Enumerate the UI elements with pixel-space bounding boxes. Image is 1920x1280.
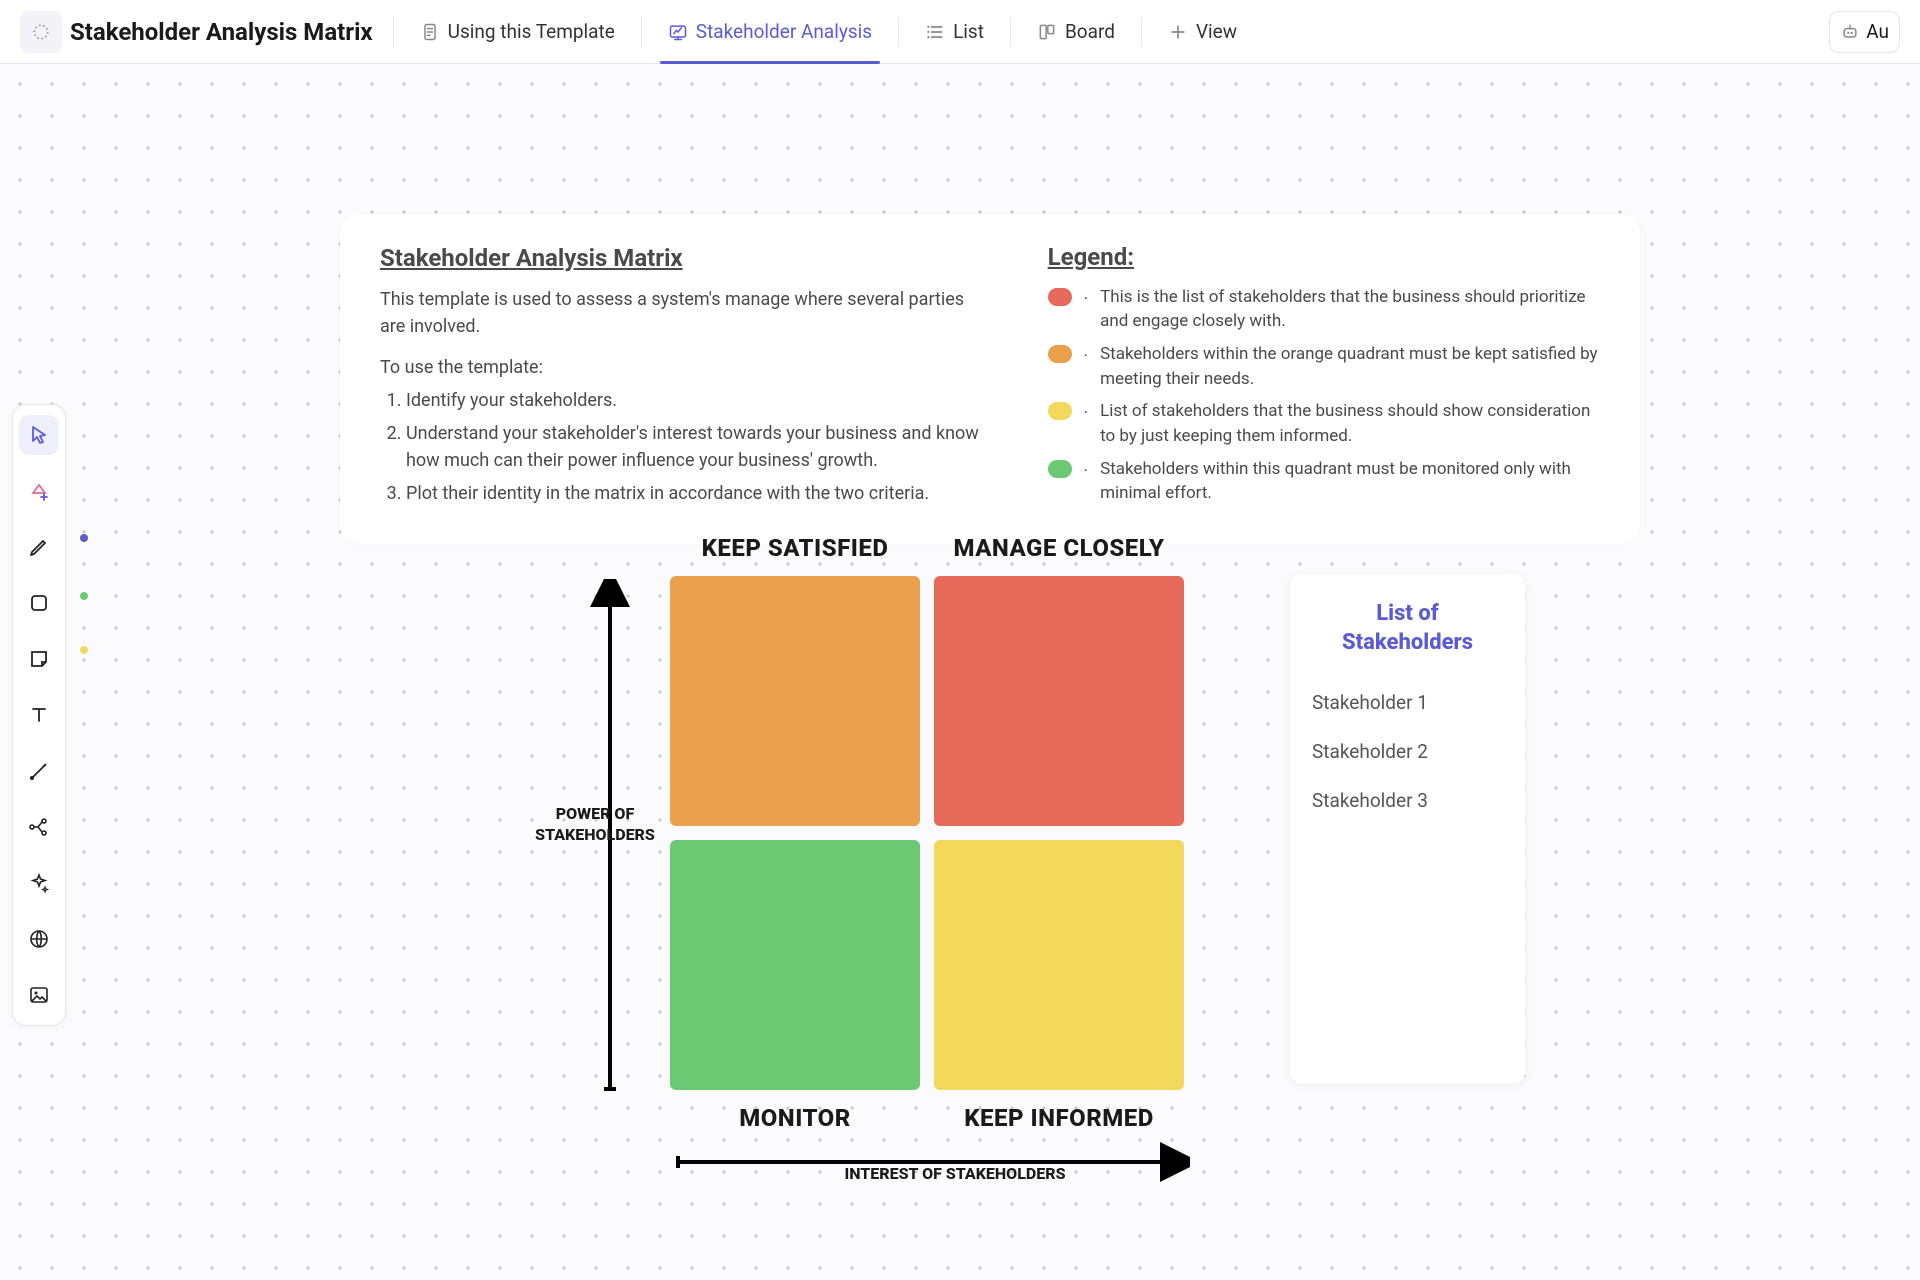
stakeholder-item[interactable]: Stakeholder 2	[1312, 740, 1503, 763]
connector-icon	[27, 759, 51, 783]
stakeholder-list-title: List of Stakeholders	[1312, 600, 1503, 657]
top-bar: Stakeholder Analysis Matrix Using this T…	[0, 0, 1920, 64]
legend-text: List of stakeholders that the business s…	[1100, 399, 1600, 448]
image-icon	[27, 983, 51, 1007]
quadrant-label-monitor: MONITOR	[670, 1104, 920, 1132]
stakeholder-item[interactable]: Stakeholder 3	[1312, 789, 1503, 812]
robot-icon	[1840, 22, 1860, 42]
tab-label: Stakeholder Analysis	[696, 20, 872, 43]
template-menu-button[interactable]	[20, 11, 62, 53]
x-axis-label: INTEREST OF STAKEHOLDERS	[830, 1164, 1080, 1185]
legend-color-yellow	[1048, 402, 1072, 420]
tool-sticky-note[interactable]	[19, 639, 59, 679]
list-icon	[925, 22, 945, 42]
stakeholder-list-card[interactable]: List of Stakeholders Stakeholder 1 Stake…	[1290, 574, 1525, 1084]
shapes-plus-icon	[27, 479, 51, 503]
instruction-step: Identify your stakeholders.	[406, 387, 988, 414]
quadrant-manage-closely[interactable]	[934, 576, 1184, 826]
pen-color-indicator	[80, 534, 88, 542]
tool-mindmap[interactable]	[19, 807, 59, 847]
square-icon	[27, 591, 51, 615]
tab-list[interactable]: List	[911, 1, 998, 63]
info-card-legend: Legend: · This is the list of stakeholde…	[1048, 240, 1600, 514]
quadrant-monitor[interactable]	[670, 840, 920, 1090]
quadrant-grid	[670, 576, 1184, 1090]
doc-icon	[420, 22, 440, 42]
legend-title: Legend:	[1048, 240, 1600, 275]
tab-label: Using this Template	[448, 20, 615, 43]
automation-button[interactable]: Au	[1829, 11, 1900, 53]
info-card[interactable]: Stakeholder Analysis Matrix This templat…	[340, 214, 1640, 544]
legend-row: · Stakeholders within this quadrant must…	[1048, 457, 1600, 506]
quadrant-keep-satisfied[interactable]	[670, 576, 920, 826]
quadrant-keep-informed[interactable]	[934, 840, 1184, 1090]
y-axis-label: POWER OF STAKEHOLDERS	[520, 804, 670, 846]
left-toolbar	[12, 404, 66, 1026]
tool-pen[interactable]	[19, 527, 59, 567]
tool-shape[interactable]	[19, 583, 59, 623]
tool-text[interactable]	[19, 695, 59, 735]
tool-ai[interactable]	[19, 863, 59, 903]
legend-row: · List of stakeholders that the business…	[1048, 399, 1600, 448]
whiteboard-canvas[interactable]: Stakeholder Analysis Matrix This templat…	[0, 64, 1920, 1280]
plus-icon	[1168, 22, 1188, 42]
web-icon	[27, 927, 51, 951]
info-card-instructions: Stakeholder Analysis Matrix This templat…	[380, 240, 988, 514]
quadrant-label-keep-satisfied: KEEP SATISFIED	[670, 534, 920, 562]
header-divider	[1010, 17, 1011, 47]
add-view-button[interactable]: View	[1154, 1, 1251, 63]
tool-shapes-ai[interactable]	[19, 471, 59, 511]
cursor-icon	[27, 423, 51, 447]
tool-web-embed[interactable]	[19, 919, 59, 959]
mindmap-icon	[27, 815, 51, 839]
instructions-header: To use the template:	[380, 354, 988, 381]
tool-image[interactable]	[19, 975, 59, 1015]
legend-text: Stakeholders within this quadrant must b…	[1100, 457, 1600, 506]
tab-using-template[interactable]: Using this Template	[406, 1, 629, 63]
dotted-circle-icon	[31, 22, 51, 42]
legend-color-red	[1048, 288, 1072, 306]
pen-icon	[27, 535, 51, 559]
tab-stakeholder-analysis[interactable]: Stakeholder Analysis	[654, 1, 886, 63]
legend-color-orange	[1048, 345, 1072, 363]
automation-label: Au	[1866, 20, 1889, 43]
board-icon	[1037, 22, 1057, 42]
legend-color-green	[1048, 460, 1072, 478]
shape-color-indicator	[80, 592, 88, 600]
legend-row: · Stakeholders within the orange quadran…	[1048, 342, 1600, 391]
tab-label: List	[953, 20, 984, 43]
whiteboard-icon	[668, 22, 688, 42]
quadrant-label-manage-closely: MANAGE CLOSELY	[934, 534, 1184, 562]
stakeholder-item[interactable]: Stakeholder 1	[1312, 691, 1503, 714]
header-divider	[898, 17, 899, 47]
add-view-label: View	[1196, 20, 1237, 43]
tool-connector[interactable]	[19, 751, 59, 791]
legend-row: · This is the list of stakeholders that …	[1048, 285, 1600, 334]
instruction-step: Plot their identity in the matrix in acc…	[406, 480, 988, 507]
sparkle-icon	[27, 871, 51, 895]
legend-text: This is the list of stakeholders that th…	[1100, 285, 1600, 334]
tab-label: Board	[1065, 20, 1115, 43]
header-divider	[641, 17, 642, 47]
header-divider	[393, 17, 394, 47]
sticky-color-indicator	[80, 646, 88, 654]
info-card-title: Stakeholder Analysis Matrix	[380, 240, 988, 276]
header-divider	[1141, 17, 1142, 47]
legend-text: Stakeholders within the orange quadrant …	[1100, 342, 1600, 391]
quadrant-label-keep-informed: KEEP INFORMED	[934, 1104, 1184, 1132]
instruction-step: Understand your stakeholder's interest t…	[406, 420, 988, 474]
info-card-subtitle: This template is used to assess a system…	[380, 286, 988, 340]
sticky-note-icon	[27, 647, 51, 671]
page-title: Stakeholder Analysis Matrix	[70, 18, 373, 46]
tab-board[interactable]: Board	[1023, 1, 1129, 63]
tool-cursor[interactable]	[19, 415, 59, 455]
text-icon	[27, 703, 51, 727]
